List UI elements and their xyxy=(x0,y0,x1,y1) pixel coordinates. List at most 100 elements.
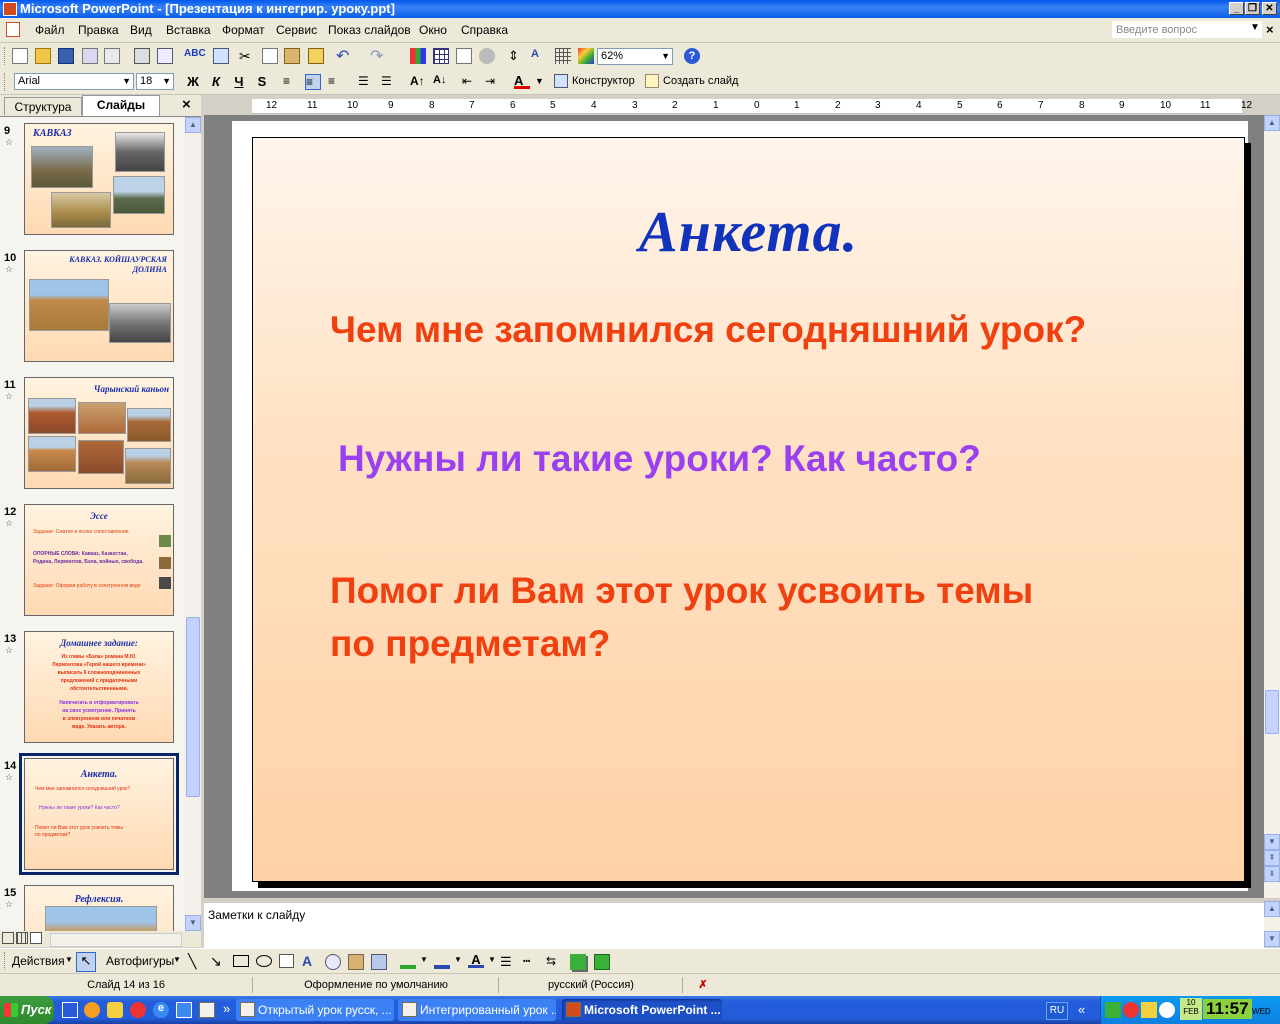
text-color-dropdown-icon[interactable]: ▼ xyxy=(488,955,496,964)
slide-thumbnail-10[interactable]: КАВКАЗ. КОЙШАУРСКАЯ ДОЛИНА xyxy=(24,250,174,362)
help-icon[interactable]: ? xyxy=(684,48,700,64)
bullets-icon[interactable]: ☰ xyxy=(381,74,397,90)
copy-icon[interactable] xyxy=(262,48,278,64)
line-color-icon[interactable] xyxy=(434,953,450,969)
spelling-icon[interactable]: ABC xyxy=(184,48,206,64)
spelling-status-icon[interactable]: ✗ xyxy=(682,977,723,993)
text-color-icon[interactable]: A xyxy=(468,952,484,968)
print-preview-icon[interactable] xyxy=(157,48,173,64)
menu-slideshow[interactable]: Показ слайдов xyxy=(328,23,411,37)
shadow-button[interactable]: S xyxy=(254,74,270,90)
undo-icon[interactable]: ↶ xyxy=(336,46,352,65)
menu-help[interactable]: Справка xyxy=(461,23,508,37)
slide-thumbnail-13[interactable]: Домашнее задание: Из главы «Бэла» романа… xyxy=(24,631,174,743)
arrow-icon[interactable]: ↘ xyxy=(210,953,226,969)
line-icon[interactable]: ╲ xyxy=(188,953,204,969)
start-button[interactable]: Пуск xyxy=(0,996,54,1024)
scrollbar-thumb[interactable] xyxy=(186,617,200,797)
quicklaunch-app-icon[interactable] xyxy=(199,1002,215,1018)
document-close-button[interactable]: × xyxy=(1266,22,1274,37)
open-folder-icon[interactable] xyxy=(35,48,51,64)
fill-color-dropdown-icon[interactable]: ▼ xyxy=(420,955,428,964)
actions-menu[interactable]: Действия xyxy=(12,954,65,968)
slide-thumbnail-14[interactable]: Анкета. Чем мне запомнился сегодняшний у… xyxy=(19,753,179,875)
notes-scrollbar[interactable]: ▲ ▼ xyxy=(1264,901,1280,947)
menu-view[interactable]: Вид xyxy=(130,23,152,37)
arrow-style-icon[interactable]: ⇆ xyxy=(546,954,562,970)
scroll-down-icon[interactable]: ▼ xyxy=(1264,931,1280,947)
menu-insert[interactable]: Вставка xyxy=(166,23,211,37)
font-size-select[interactable]: 18 ▼ xyxy=(136,73,174,90)
notes-pane[interactable]: Заметки к слайду xyxy=(204,901,1264,949)
tray-expand-icon[interactable]: « xyxy=(1078,1002,1085,1017)
quicklaunch-app-icon[interactable] xyxy=(84,1002,100,1018)
task-button-active[interactable]: Microsoft PowerPoint ... xyxy=(562,999,722,1021)
internet-explorer-icon[interactable]: e xyxy=(153,1002,169,1018)
toolbar-grip[interactable] xyxy=(4,73,8,91)
slide-question-3-line1[interactable]: Помог ли Вам этот урок усвоить темы xyxy=(330,565,1033,617)
rectangle-icon[interactable] xyxy=(233,955,249,967)
slideshow-view-icon[interactable] xyxy=(30,932,42,944)
email-icon[interactable] xyxy=(104,48,120,64)
textbox-icon[interactable] xyxy=(279,954,294,968)
toolbar-grip[interactable] xyxy=(4,952,8,970)
slide-scrollbar[interactable]: ▲ ▼ ⇞ ⇟ xyxy=(1264,115,1280,898)
horizontal-scrollbar[interactable] xyxy=(50,933,182,947)
align-left-icon[interactable]: ≡ xyxy=(283,74,299,90)
tab-slides[interactable]: Слайды xyxy=(82,95,160,116)
show-desktop-icon[interactable] xyxy=(62,1002,78,1018)
menu-window[interactable]: Окно xyxy=(419,23,447,37)
thumbnails-scrollbar[interactable]: ▲ ▼ xyxy=(185,117,201,931)
numbering-icon[interactable]: ☰ xyxy=(358,74,374,90)
close-window-button[interactable]: ✕ xyxy=(1262,2,1277,15)
next-slide-icon[interactable]: ⇟ xyxy=(1264,866,1280,882)
slide-thumbnail-9[interactable]: КАВКАЗ xyxy=(24,123,174,235)
zoom-select[interactable]: 62% ▼ xyxy=(597,48,673,65)
paste-icon[interactable] xyxy=(284,48,300,64)
clipart-icon[interactable] xyxy=(348,954,364,970)
oval-icon[interactable] xyxy=(256,955,272,967)
format-painter-icon[interactable] xyxy=(308,48,324,64)
scroll-down-icon[interactable]: ▼ xyxy=(185,915,201,931)
current-slide[interactable]: Анкета. Чем мне запомнился сегодняшний у… xyxy=(252,137,1245,882)
bold-button[interactable]: Ж xyxy=(185,74,201,90)
font-size-dropdown-icon[interactable]: ▼ xyxy=(162,74,171,89)
insert-clip-icon[interactable] xyxy=(479,48,495,64)
align-center-icon[interactable]: ≡ xyxy=(305,74,321,90)
language-indicator[interactable]: RU xyxy=(1046,1002,1068,1020)
task-button[interactable]: Открытый урок русск, ... xyxy=(236,999,394,1021)
underline-button[interactable]: Ч xyxy=(231,74,247,90)
menu-tools[interactable]: Сервис xyxy=(276,23,317,37)
show-grid-icon[interactable] xyxy=(555,48,571,64)
research-icon[interactable] xyxy=(213,48,229,64)
document-icon[interactable] xyxy=(6,22,20,37)
italic-button[interactable]: К xyxy=(208,74,224,90)
tray-network-icon[interactable] xyxy=(1105,1002,1121,1018)
line-style-icon[interactable]: ☰ xyxy=(500,954,516,970)
designer-button[interactable]: Конструктор xyxy=(572,75,635,87)
line-color-dropdown-icon[interactable]: ▼ xyxy=(454,955,462,964)
help-dropdown-icon[interactable]: ▼ xyxy=(1250,22,1260,33)
autoshapes-menu[interactable]: Автофигуры xyxy=(106,954,174,968)
help-search-input[interactable]: Введите вопрос xyxy=(1112,21,1262,38)
3d-style-icon[interactable] xyxy=(594,954,610,970)
task-button[interactable]: Интегрированный урок ... xyxy=(398,999,556,1021)
decrease-indent-icon[interactable]: ⇤ xyxy=(462,74,478,90)
expand-all-icon[interactable]: ⇕ xyxy=(508,48,524,64)
tray-app-icon[interactable] xyxy=(1141,1002,1157,1018)
font-select[interactable]: Arial ▼ xyxy=(14,73,134,90)
show-formatting-icon[interactable]: A xyxy=(531,48,547,64)
permission-icon[interactable] xyxy=(82,48,98,64)
actions-dropdown-icon[interactable]: ▼ xyxy=(65,955,73,964)
menu-file[interactable]: Файл xyxy=(35,23,65,37)
picture-icon[interactable] xyxy=(371,954,387,970)
slide-question-3-line2[interactable]: по предметам? xyxy=(330,618,610,670)
slide-sorter-view-icon[interactable] xyxy=(16,932,28,944)
normal-view-icon[interactable] xyxy=(2,932,14,944)
new-slide-button[interactable]: Создать слайд xyxy=(663,75,738,87)
scrollbar-thumb[interactable] xyxy=(1265,690,1279,734)
menu-edit[interactable]: Правка xyxy=(78,23,119,37)
select-pointer-icon[interactable]: ↖ xyxy=(76,952,96,972)
insert-table-icon[interactable] xyxy=(433,48,449,64)
scroll-down-icon[interactable]: ▼ xyxy=(1264,834,1280,850)
